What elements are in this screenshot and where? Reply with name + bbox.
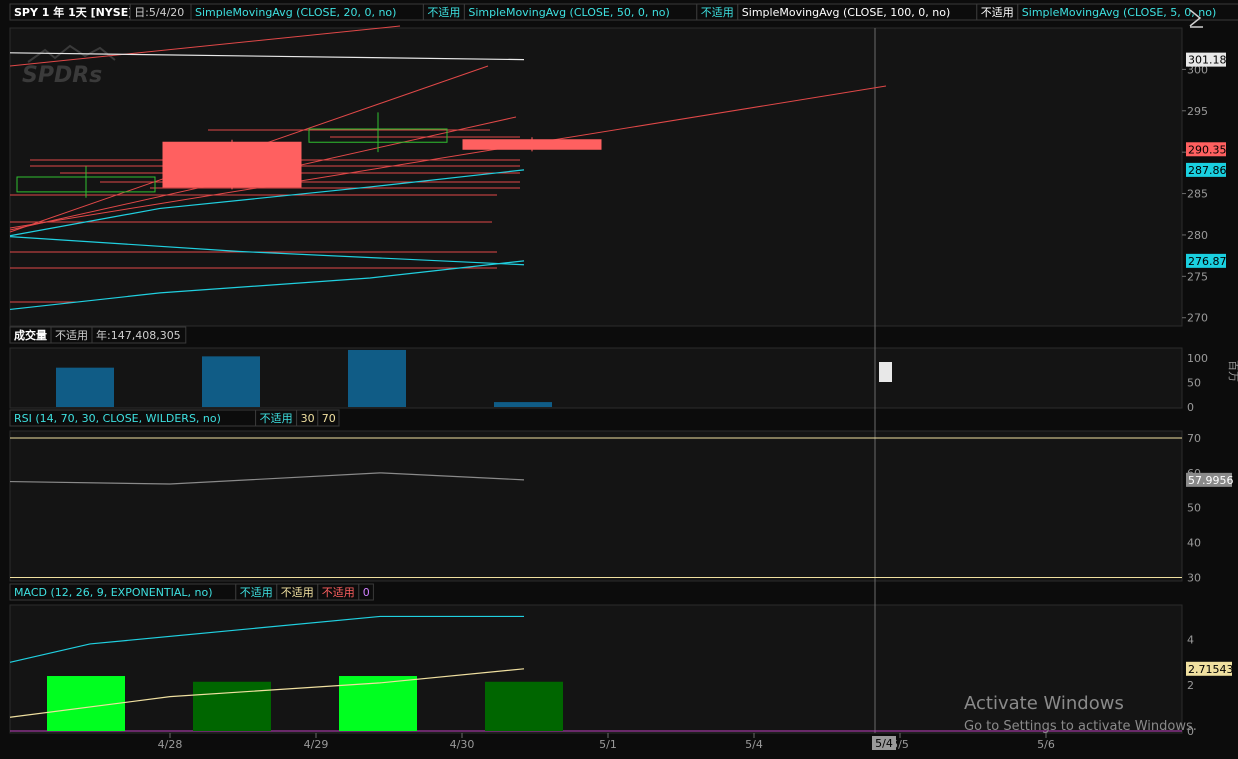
- rsi-badge: 57.9956: [1188, 474, 1234, 487]
- symbol-label: SPY 1 年 1天 [NYSE]: [14, 5, 133, 19]
- price-header: SPY 1 年 1天 [NYSE] 日:5/4/20 SimpleMovingAvg…: [9, 3, 1238, 21]
- spdr-watermark: SPDRs: [22, 63, 102, 88]
- study-label-2: SimpleMovingAvg (CLOSE, 100, 0, no): [742, 6, 950, 19]
- rsi-tick-label: 30: [1187, 572, 1201, 585]
- x-tick-label: 4/29: [304, 738, 329, 751]
- price-badge: 287.86: [1188, 164, 1227, 177]
- x-tick-label: 4/30: [450, 738, 475, 751]
- macd-value-3: 不适用: [322, 586, 355, 599]
- volume-tick-label: 100: [1187, 352, 1208, 365]
- activate-windows-title: Activate Windows: [964, 693, 1124, 714]
- macd-histogram-bar: [485, 681, 563, 731]
- volume-title: 成交量: [14, 328, 47, 342]
- activate-windows-subtitle: Go to Settings to activate Windows.: [964, 719, 1197, 734]
- study-value-0: 不适用: [427, 6, 460, 19]
- macd-tick-label: 4: [1187, 633, 1194, 646]
- rsi-title: RSI (14, 70, 30, CLOSE, WILDERS, no): [14, 412, 221, 425]
- rsi-high: 70: [322, 412, 336, 425]
- macd-badge: 2.71543: [1188, 663, 1234, 676]
- macd-value-1: 不适用: [240, 586, 273, 599]
- rsi-low: 30: [301, 412, 315, 425]
- price-tick-label: 285: [1187, 188, 1208, 201]
- volume-year: 年:147,408,305: [96, 328, 181, 342]
- price-tick-label: 275: [1187, 270, 1208, 283]
- volume-bar: [348, 349, 406, 407]
- date-label: 日:5/4/20: [134, 6, 184, 19]
- volume-panel-bg: [9, 347, 1183, 409]
- rsi-panel-bg: [9, 430, 1183, 582]
- macd-value-4: 0: [363, 586, 370, 599]
- x-tick-label: 5/4: [745, 738, 763, 751]
- candle-body: [162, 141, 302, 188]
- rsi-tick-label: 50: [1187, 502, 1201, 515]
- volume-header: 成交量 不适用 年:147,408,305: [9, 326, 187, 344]
- study-value-2: 不适用: [981, 6, 1014, 19]
- rsi-tick-label: 40: [1187, 537, 1201, 550]
- x-tick-label: 5/1: [599, 738, 617, 751]
- cursor-date-label: 5/4: [875, 737, 893, 750]
- x-tick-label: 5/6: [1037, 738, 1055, 751]
- study-label-1: SimpleMovingAvg (CLOSE, 50, 0, no): [468, 6, 669, 19]
- volume-value: 不适用: [55, 329, 88, 342]
- volume-tick-label: 0: [1187, 401, 1194, 414]
- macd-histogram-bar: [193, 681, 271, 731]
- study-label-0: SimpleMovingAvg (CLOSE, 20, 0, no): [195, 6, 396, 19]
- macd-title: MACD (12, 26, 9, EXPONENTIAL, no): [14, 586, 213, 599]
- rsi-value: 不适用: [260, 412, 293, 425]
- trading-chart[interactable]: SPY 1 年 1天 [NYSE] 日:5/4/20 SimpleMovingAvg…: [0, 0, 1238, 759]
- macd-value-2: 不适用: [281, 586, 314, 599]
- rsi-tick-label: 70: [1187, 432, 1201, 445]
- price-tick-label: 280: [1187, 229, 1208, 242]
- macd-header: MACD (12, 26, 9, EXPONENTIAL, no) 不适用 不适用不…: [9, 583, 374, 601]
- volume-unit-label: 百万: [1227, 360, 1238, 382]
- study-label-3: SimpleMovingAvg (CLOSE, 5, 0, no): [1022, 6, 1216, 19]
- volume-bar: [56, 367, 114, 407]
- candle-body: [462, 139, 602, 150]
- price-tick-label: 270: [1187, 312, 1208, 325]
- volume-cursor-marker: [879, 362, 892, 382]
- price-badge: 301.18: [1188, 54, 1227, 67]
- x-tick-label: 4/28: [158, 738, 183, 751]
- price-tick-label: 295: [1187, 105, 1208, 118]
- price-badge: 276.87: [1188, 255, 1227, 268]
- volume-tick-label: 50: [1187, 376, 1201, 389]
- macd-tick-label: 2: [1187, 679, 1194, 692]
- study-value-1: 不适用: [701, 6, 734, 19]
- rsi-header: RSI (14, 70, 30, CLOSE, WILDERS, no) 不适用 3…: [9, 409, 340, 427]
- volume-bar: [202, 356, 260, 407]
- volume-bar: [494, 402, 552, 407]
- price-badge: 290.35: [1188, 143, 1227, 156]
